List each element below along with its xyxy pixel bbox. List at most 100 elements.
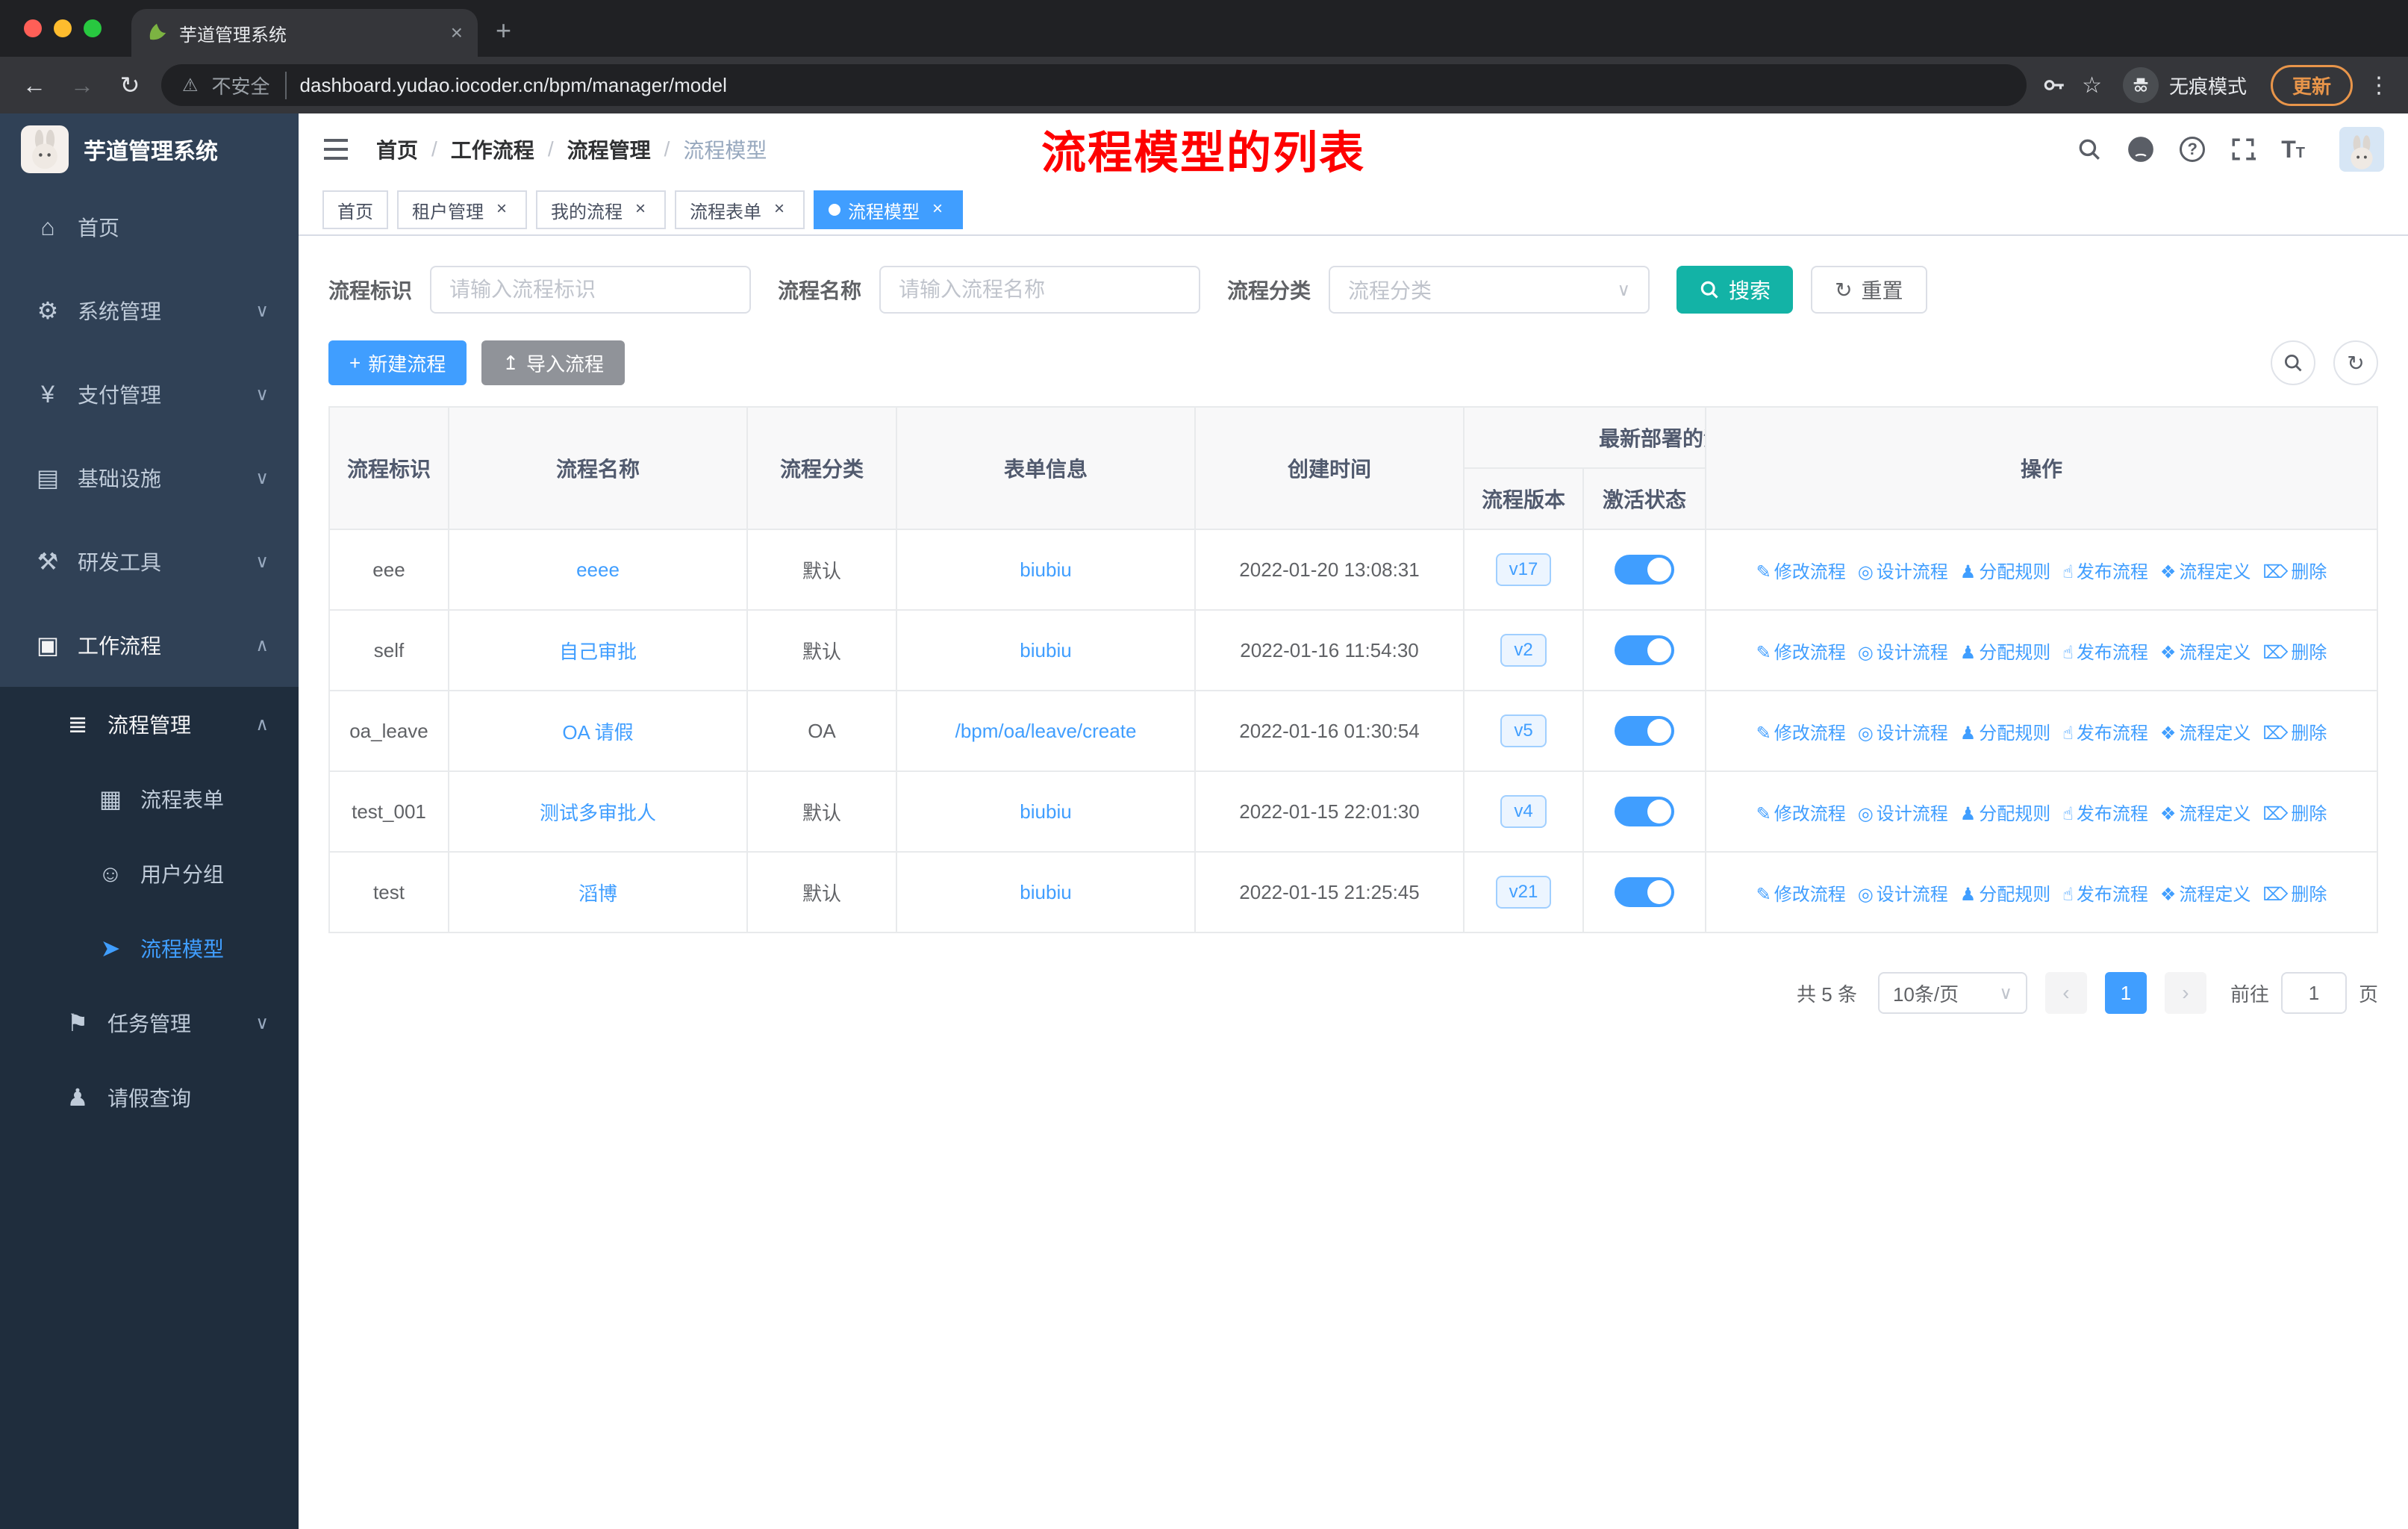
fullscreen-window-button[interactable]: [84, 19, 102, 37]
goto-page-input[interactable]: [2280, 972, 2347, 1014]
tag-process-model[interactable]: 流程模型 ×: [814, 190, 963, 229]
browser-menu-icon[interactable]: ⋮: [2368, 72, 2390, 99]
process-name-link[interactable]: OA 请假: [562, 721, 633, 744]
close-icon[interactable]: ×: [769, 199, 790, 220]
hamburger-icon[interactable]: [322, 138, 349, 161]
github-icon[interactable]: [2127, 136, 2154, 163]
action-deploy-process[interactable]: ☝ 发布流程: [2062, 723, 2148, 744]
form-info-link[interactable]: biubiu: [1020, 800, 1071, 823]
action-assign-rule[interactable]: ♟ 分配规则: [1960, 885, 2051, 905]
font-size-icon[interactable]: T: [2281, 136, 2305, 164]
forward-button[interactable]: →: [66, 72, 99, 99]
version-badge[interactable]: v2: [1500, 634, 1547, 667]
form-info-link[interactable]: /bpm/oa/leave/create: [955, 720, 1137, 742]
reload-button[interactable]: ↻: [113, 71, 146, 99]
process-name-link[interactable]: eeee: [576, 558, 620, 581]
action-design-process[interactable]: ◎ 设计流程: [1858, 643, 1948, 663]
breadcrumb-workflow[interactable]: 工作流程: [451, 134, 534, 164]
version-badge[interactable]: v17: [1495, 553, 1552, 586]
version-badge[interactable]: v5: [1500, 714, 1547, 747]
fullscreen-icon[interactable]: [2230, 137, 2256, 162]
minimize-window-button[interactable]: [54, 19, 72, 37]
process-name-link[interactable]: 测试多审批人: [540, 802, 656, 824]
sidebar-item-devtools[interactable]: ⚒ 研发工具 ∨: [0, 520, 299, 603]
form-info-link[interactable]: biubiu: [1020, 639, 1071, 661]
action-design-process[interactable]: ◎ 设计流程: [1858, 885, 1948, 905]
category-select[interactable]: 流程分类 ∨: [1329, 266, 1650, 314]
action-delete[interactable]: ⌦ 删除: [2262, 723, 2327, 744]
update-button[interactable]: 更新: [2270, 64, 2353, 106]
sidebar-item-payment[interactable]: ¥ 支付管理 ∨: [0, 352, 299, 436]
page-number-button[interactable]: 1: [2104, 972, 2147, 1014]
sidebar-item-system[interactable]: ⚙ 系统管理 ∨: [0, 269, 299, 352]
breadcrumb-home[interactable]: 首页: [376, 134, 418, 164]
process-name-link[interactable]: 自己审批: [559, 641, 637, 663]
action-process-definition[interactable]: ❖ 流程定义: [2160, 804, 2251, 824]
sidebar-item-process-form[interactable]: ▦ 流程表单: [0, 762, 299, 836]
sidebar-item-task-management[interactable]: ⚑ 任务管理 ∨: [0, 985, 299, 1060]
active-toggle[interactable]: [1615, 797, 1674, 826]
reset-button[interactable]: ↻ 重置: [1811, 266, 1927, 314]
sidebar-item-home[interactable]: ⌂ 首页: [0, 185, 299, 269]
action-delete[interactable]: ⌦ 删除: [2262, 562, 2327, 582]
sidebar-item-user-group[interactable]: ☺ 用户分组: [0, 836, 299, 911]
password-key-icon[interactable]: [2042, 72, 2067, 98]
active-toggle[interactable]: [1615, 716, 1674, 746]
help-icon[interactable]: ?: [2180, 137, 2206, 162]
sidebar-item-process-management[interactable]: ≣ 流程管理 ∧: [0, 687, 299, 762]
action-edit-process[interactable]: ✎ 修改流程: [1756, 804, 1846, 824]
action-edit-process[interactable]: ✎ 修改流程: [1756, 723, 1846, 744]
close-icon[interactable]: ×: [927, 199, 948, 220]
sidebar-item-process-model[interactable]: ➤ 流程模型: [0, 911, 299, 985]
page-size-select[interactable]: 10条/页 ∨: [1877, 972, 2027, 1014]
close-window-button[interactable]: [24, 19, 42, 37]
action-deploy-process[interactable]: ☝ 发布流程: [2062, 562, 2148, 582]
action-edit-process[interactable]: ✎ 修改流程: [1756, 562, 1846, 582]
action-process-definition[interactable]: ❖ 流程定义: [2160, 643, 2251, 663]
tag-tenant-management[interactable]: 租户管理 ×: [397, 190, 527, 229]
action-assign-rule[interactable]: ♟ 分配规则: [1960, 643, 2051, 663]
bookmark-star-icon[interactable]: ☆: [2082, 72, 2102, 99]
action-design-process[interactable]: ◎ 设计流程: [1858, 804, 1948, 824]
active-toggle[interactable]: [1615, 635, 1674, 665]
action-edit-process[interactable]: ✎ 修改流程: [1756, 885, 1846, 905]
active-toggle[interactable]: [1615, 877, 1674, 907]
active-toggle[interactable]: [1615, 555, 1674, 585]
prev-page-button[interactable]: ‹: [2044, 972, 2087, 1014]
action-design-process[interactable]: ◎ 设计流程: [1858, 723, 1948, 744]
action-delete[interactable]: ⌦ 删除: [2262, 804, 2327, 824]
process-name-link[interactable]: 滔博: [578, 882, 617, 905]
tag-home[interactable]: 首页: [322, 190, 388, 229]
action-assign-rule[interactable]: ♟ 分配规则: [1960, 804, 2051, 824]
sidebar-item-infrastructure[interactable]: ▤ 基础设施 ∨: [0, 436, 299, 520]
next-page-button[interactable]: ›: [2164, 972, 2206, 1014]
tag-process-form[interactable]: 流程表单 ×: [675, 190, 805, 229]
action-process-definition[interactable]: ❖ 流程定义: [2160, 723, 2251, 744]
search-icon[interactable]: [2077, 137, 2102, 162]
action-process-definition[interactable]: ❖ 流程定义: [2160, 885, 2251, 905]
action-deploy-process[interactable]: ☝ 发布流程: [2062, 885, 2148, 905]
action-assign-rule[interactable]: ♟ 分配规则: [1960, 723, 2051, 744]
sidebar-item-leave-query[interactable]: ♟ 请假查询: [0, 1060, 299, 1135]
version-badge[interactable]: v21: [1495, 876, 1552, 909]
process-id-input[interactable]: [430, 266, 752, 314]
toggle-search-button[interactable]: [2271, 340, 2315, 385]
search-button[interactable]: 搜索: [1676, 266, 1794, 314]
url-bar[interactable]: ⚠ 不安全 dashboard.yudao.iocoder.cn/bpm/man…: [161, 64, 2027, 106]
sidebar-item-workflow[interactable]: ▣ 工作流程 ∧: [0, 603, 299, 687]
action-delete[interactable]: ⌦ 删除: [2262, 885, 2327, 905]
tag-my-process[interactable]: 我的流程 ×: [536, 190, 666, 229]
action-design-process[interactable]: ◎ 设计流程: [1858, 562, 1948, 582]
action-deploy-process[interactable]: ☝ 发布流程: [2062, 804, 2148, 824]
refresh-table-button[interactable]: ↻: [2333, 340, 2378, 385]
process-name-input[interactable]: [879, 266, 1201, 314]
version-badge[interactable]: v4: [1500, 795, 1547, 828]
action-edit-process[interactable]: ✎ 修改流程: [1756, 643, 1846, 663]
import-process-button[interactable]: ↥ 导入流程: [481, 340, 626, 385]
tab-close-icon[interactable]: ×: [451, 21, 463, 45]
action-delete[interactable]: ⌦ 删除: [2262, 643, 2327, 663]
breadcrumb-process-management[interactable]: 流程管理: [567, 134, 651, 164]
form-info-link[interactable]: biubiu: [1020, 881, 1071, 903]
action-assign-rule[interactable]: ♟ 分配规则: [1960, 562, 2051, 582]
create-process-button[interactable]: + 新建流程: [328, 340, 467, 385]
